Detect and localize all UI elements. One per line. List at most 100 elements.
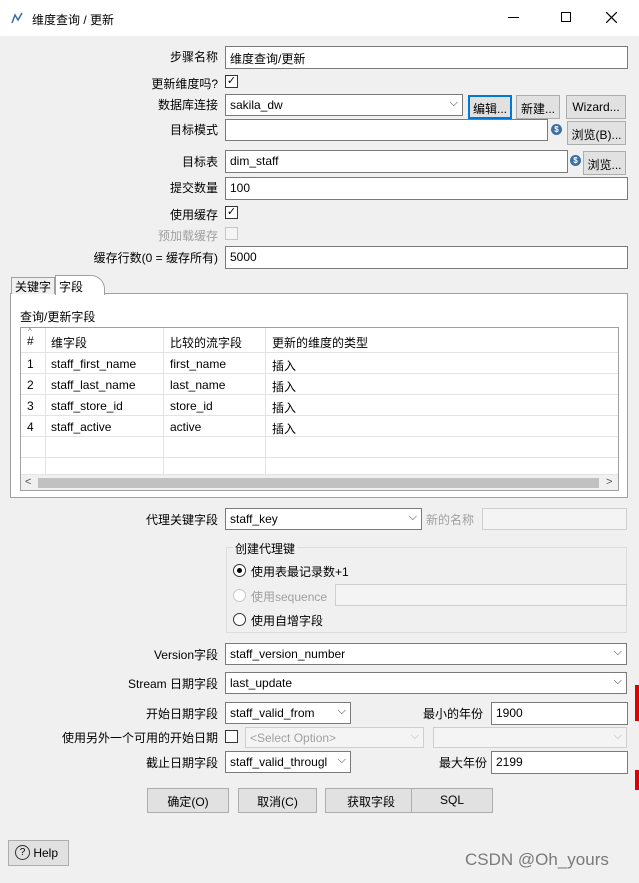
auto-inc-radio[interactable]	[233, 613, 246, 626]
column-header-dim-field[interactable]: 维字段	[51, 334, 87, 351]
minimize-icon[interactable]	[508, 17, 519, 18]
help-button[interactable]: ? Help	[8, 840, 69, 866]
browse-schema-button[interactable]: 浏览(B)...	[567, 121, 626, 145]
stream-date-label: Stream 日期字段	[127, 677, 218, 691]
use-cache-checkbox[interactable]: ✓	[225, 206, 238, 219]
new-button[interactable]: 新建...	[516, 95, 560, 119]
row-index: 1	[27, 357, 34, 371]
max-year-input[interactable]: 2199	[491, 751, 628, 774]
column-header-index[interactable]: #	[27, 334, 34, 348]
target-table-input[interactable]: dim_staff	[225, 150, 568, 173]
min-year-input[interactable]: 1900	[491, 702, 628, 725]
variable-icon: $	[570, 155, 581, 166]
table-max-radio[interactable]	[233, 564, 246, 577]
column-header-update-type[interactable]: 更新的维度的类型	[272, 334, 368, 351]
table-row[interactable]: 4 staff_active active 插入	[21, 416, 618, 437]
version-field-label: Version字段	[153, 648, 218, 662]
target-schema-input[interactable]	[225, 119, 548, 141]
background-marker	[635, 770, 639, 790]
max-year-label: 最大年份	[439, 756, 488, 770]
column-header-stream-field[interactable]: 比较的流字段	[170, 334, 242, 351]
sql-button[interactable]: SQL	[411, 788, 493, 813]
table-row[interactable]: 2 staff_last_name last_name 插入	[21, 374, 618, 395]
update-dim-label: 更新维度吗?	[151, 77, 218, 91]
alt-start-field-select[interactable]: ⌵	[433, 727, 627, 748]
help-label: Help	[33, 845, 59, 860]
scroll-right-icon[interactable]: >	[606, 476, 612, 488]
dim-field-cell[interactable]: staff_last_name	[51, 378, 136, 392]
preload-cache-label: 预加载缓存	[157, 229, 218, 243]
chevron-down-icon: ⌵	[613, 675, 622, 687]
stream-date-value: last_update	[230, 676, 293, 690]
browse-table-button[interactable]: 浏览...	[583, 151, 626, 175]
preload-cache-checkbox[interactable]	[225, 227, 238, 240]
wizard-button[interactable]: Wizard...	[566, 95, 626, 119]
new-name-label: 新的名称	[426, 513, 475, 527]
tab-fields[interactable]: 字段	[55, 275, 105, 295]
edit-button[interactable]: 编辑...	[468, 95, 512, 119]
step-name-input[interactable]: 维度查询/更新	[225, 46, 628, 69]
commit-size-label: 提交数量	[169, 181, 218, 195]
end-date-value: staff_valid_througl	[230, 755, 328, 769]
min-year-label: 最小的年份	[423, 707, 484, 721]
target-schema-label: 目标模式	[169, 123, 218, 137]
ok-button[interactable]: 确定(O)	[147, 788, 229, 813]
chevron-down-icon: ⌵	[410, 730, 419, 742]
surrogate-key-label: 代理关键字段	[145, 513, 218, 527]
scrollbar-thumb[interactable]	[38, 478, 599, 488]
chevron-down-icon: ⌵	[613, 730, 622, 742]
update-type-cell[interactable]: 插入	[272, 399, 296, 416]
tab-keys[interactable]: 关键字	[11, 277, 56, 294]
fields-table[interactable]: # ^ 维字段 比较的流字段 更新的维度的类型 1 staff_first_na…	[20, 327, 619, 491]
sort-icon: ^	[28, 327, 32, 336]
update-type-cell[interactable]: 插入	[272, 357, 296, 374]
stream-field-cell[interactable]: first_name	[170, 357, 226, 371]
new-name-input[interactable]	[482, 508, 627, 530]
end-date-select[interactable]: staff_valid_througl ⌵	[225, 751, 351, 773]
start-date-select[interactable]: staff_valid_from ⌵	[225, 702, 351, 724]
table-row[interactable]: 3 staff_store_id store_id 插入	[21, 395, 618, 416]
target-table-label: 目标表	[181, 155, 218, 169]
chevron-down-icon: ⌵	[613, 646, 622, 658]
end-date-label: 截止日期字段	[145, 756, 218, 770]
table-row[interactable]: 1 staff_first_name first_name 插入	[21, 353, 618, 374]
app-icon	[11, 12, 23, 24]
dim-field-cell[interactable]: staff_store_id	[51, 399, 123, 413]
row-index: 3	[27, 399, 34, 413]
fields-section-title: 查询/更新字段	[20, 310, 96, 324]
update-dim-checkbox[interactable]: ✓	[225, 75, 238, 88]
commit-size-input[interactable]: 100	[225, 177, 628, 200]
version-field-value: staff_version_number	[230, 647, 346, 661]
chevron-down-icon: ⌵	[449, 97, 458, 109]
cancel-button[interactable]: 取消(C)	[238, 788, 317, 813]
close-icon[interactable]	[606, 12, 617, 23]
horizontal-scrollbar[interactable]: < >	[21, 474, 618, 490]
surrogate-key-select[interactable]: staff_key ⌵	[225, 508, 422, 530]
cache-rows-label: 缓存行数(0 = 缓存所有)	[93, 251, 218, 265]
version-field-select[interactable]: staff_version_number ⌵	[225, 643, 627, 665]
stream-field-cell[interactable]: store_id	[170, 399, 213, 413]
watermark: CSDN @Oh_yours	[465, 850, 609, 869]
alt-start-select-value: <Select Option>	[250, 731, 337, 745]
db-conn-value: sakila_dw	[230, 98, 283, 112]
alt-start-select[interactable]: <Select Option> ⌵	[245, 727, 424, 748]
sequence-input[interactable]	[335, 584, 627, 606]
scroll-left-icon[interactable]: <	[25, 476, 31, 488]
db-conn-select[interactable]: sakila_dw ⌵	[225, 94, 463, 116]
dim-field-cell[interactable]: staff_active	[51, 420, 111, 434]
get-fields-button[interactable]: 获取字段	[325, 788, 417, 813]
stream-date-select[interactable]: last_update ⌵	[225, 672, 627, 694]
sequence-radio[interactable]	[233, 589, 246, 602]
update-type-cell[interactable]: 插入	[272, 378, 296, 395]
help-icon: ?	[15, 845, 30, 861]
cache-rows-input[interactable]: 5000	[225, 246, 628, 269]
update-type-cell[interactable]: 插入	[272, 420, 296, 437]
chevron-down-icon: ⌵	[408, 511, 417, 523]
dim-field-cell[interactable]: staff_first_name	[51, 357, 136, 371]
stream-field-cell[interactable]: active	[170, 420, 201, 434]
stream-field-cell[interactable]: last_name	[170, 378, 225, 392]
step-name-label: 步骤名称	[169, 50, 218, 64]
alt-start-checkbox[interactable]	[225, 730, 238, 743]
maximize-icon[interactable]	[561, 12, 571, 22]
alt-start-label: 使用另外一个可用的开始日期	[61, 731, 218, 745]
